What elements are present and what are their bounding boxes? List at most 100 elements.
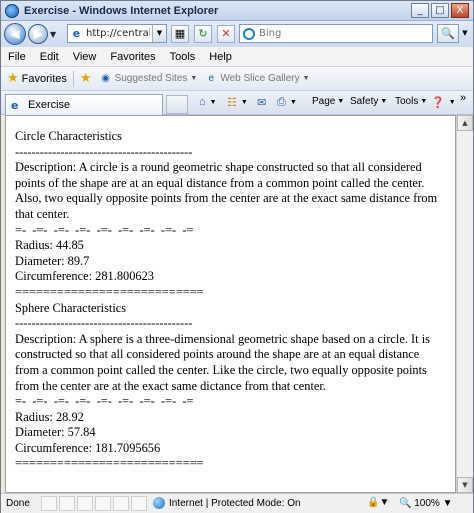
status-panel <box>113 496 129 511</box>
mixed-rule: =- -=- -=- -=- -=- -=- -=- -=- -= <box>15 394 194 409</box>
menu-bar: File Edit View Favorites Tools Help <box>1 47 473 67</box>
mixed-rule: =- -=- -=- -=- -=- -=- -=- -=- -= <box>15 222 194 237</box>
refresh-icon[interactable]: ↻ <box>194 25 212 43</box>
tools-menu-button[interactable]: Tools ▼ <box>395 96 427 107</box>
chevron-down-icon: ▼ <box>380 98 388 105</box>
safety-menu-label: Safety <box>350 96 379 107</box>
favorites-link-suggested-sites[interactable]: ◉ Suggested Sites ▼ <box>100 72 198 85</box>
recent-pages-dropdown[interactable]: ▼ <box>50 30 56 39</box>
circle-diameter: Diameter: 89.7 <box>15 253 90 268</box>
zoom-level-button[interactable]: 🔍 100% ▼ <box>399 498 453 509</box>
printer-icon: ⎙ <box>277 96 286 108</box>
vertical-scrollbar[interactable]: ▲ ▼ <box>456 115 473 493</box>
minimize-button[interactable]: _ <box>411 3 429 18</box>
window-controls: _ □ X <box>411 3 469 18</box>
read-mail-button[interactable]: ✉ <box>257 96 268 109</box>
search-input[interactable] <box>259 28 409 39</box>
scroll-up-button[interactable]: ▲ <box>457 115 473 131</box>
favorites-link-label: Suggested Sites <box>114 73 188 84</box>
sphere-radius: Radius: 28.92 <box>15 409 84 424</box>
restore-button[interactable]: □ <box>431 3 449 18</box>
favorites-link-label: Web Slice Gallery <box>220 73 300 84</box>
status-panel <box>41 496 57 511</box>
chevron-down-icon: ▼ <box>420 98 428 105</box>
tools-menu-label: Tools <box>395 96 419 107</box>
page-content: Circle Characteristics -----------------… <box>5 115 456 493</box>
divider <box>72 70 74 87</box>
home-button[interactable]: ⌂ ▼ <box>199 96 217 108</box>
favorites-star-icon[interactable]: ★ <box>7 71 19 86</box>
suggested-sites-icon: ◉ <box>101 72 110 84</box>
address-dropdown[interactable]: ▼ <box>152 25 166 42</box>
window-title: Exercise - Windows Internet Explorer <box>24 4 219 17</box>
tab-label: Exercise <box>28 99 71 111</box>
back-button[interactable]: ◀ <box>4 23 26 45</box>
sphere-diameter: Diameter: 57.84 <box>15 425 96 440</box>
search-options-dropdown[interactable]: ▼ <box>459 24 471 43</box>
mail-icon: ✉ <box>257 97 267 109</box>
sphere-circumference: Circumference: 181.7095656 <box>15 440 161 455</box>
menu-edit[interactable]: Edit <box>33 51 66 63</box>
bing-icon <box>243 27 255 40</box>
web-slice-icon: e <box>208 72 215 84</box>
menu-file[interactable]: File <box>1 51 33 63</box>
help-button[interactable]: ❓ ▼ <box>431 96 456 109</box>
address-url[interactable]: http://central/ex <box>86 28 150 39</box>
chevron-down-icon: ▼ <box>190 75 198 82</box>
favorites-button[interactable]: Favorites <box>22 73 67 85</box>
circle-description: Description: A circle is a round geometr… <box>15 160 438 221</box>
menu-favorites[interactable]: Favorites <box>103 51 162 63</box>
status-panel <box>131 496 147 511</box>
dash-rule: ----------------------------------------… <box>15 316 193 331</box>
circle-heading: Circle Characteristics <box>15 129 122 143</box>
address-field[interactable]: e http://central/ex ▼ <box>67 24 167 43</box>
close-button[interactable]: X <box>451 3 469 18</box>
chevron-down-icon: ▼ <box>240 99 248 106</box>
menu-view[interactable]: View <box>66 51 104 63</box>
equals-rule: =========================== <box>15 284 204 299</box>
globe-icon <box>153 497 165 509</box>
document-body: Circle Characteristics -----------------… <box>6 116 446 472</box>
sphere-description: Description: A sphere is a three-dimensi… <box>15 331 430 393</box>
menu-help[interactable]: Help <box>202 51 239 63</box>
home-icon: ⌂ <box>199 96 206 108</box>
search-box[interactable] <box>239 24 433 43</box>
zoom-level-label: 100% <box>414 498 440 509</box>
forward-button[interactable]: ▶ <box>28 24 48 44</box>
safety-menu-button[interactable]: Safety ▼ <box>350 96 387 107</box>
feeds-button[interactable]: ☷ ▼ <box>227 96 248 109</box>
protected-mode-options-icon[interactable]: 🔒▼ <box>367 497 389 508</box>
menu-tools[interactable]: Tools <box>163 51 203 63</box>
status-bar: Done Internet | Protected Mode: On 🔒▼ 🔍 … <box>1 493 473 513</box>
favorites-link-web-slice-gallery[interactable]: e Web Slice Gallery ▼ <box>205 72 310 85</box>
add-to-favorites-bar-icon[interactable]: ★ <box>80 71 92 86</box>
chevron-down-icon: ▼ <box>209 98 217 106</box>
rss-feed-icon: ☷ <box>227 97 237 109</box>
page-icon: e <box>72 27 81 40</box>
scroll-down-button[interactable]: ▼ <box>457 477 473 493</box>
address-bar: ◀ ▶ ▼ e http://central/ex ▼ ▦ ↻ ✕ 🔍 ▼ <box>1 21 473 47</box>
compatibility-view-icon[interactable]: ▦ <box>171 25 189 43</box>
circle-circumference: Circumference: 281.800623 <box>15 269 155 284</box>
magnifier-icon[interactable]: 🔍 <box>437 24 459 43</box>
help-icon: ❓ <box>431 97 445 109</box>
security-zone[interactable]: Internet | Protected Mode: On <box>153 497 301 509</box>
page-menu-button[interactable]: Page ▼ <box>312 96 344 107</box>
stop-icon[interactable]: ✕ <box>217 25 235 43</box>
print-button[interactable]: ⎙ ▼ <box>277 96 297 109</box>
chevron-down-icon: ▼ <box>289 99 297 106</box>
status-text: Done <box>6 498 30 509</box>
tab-command-bar: e Exercise ⌂ ▼ ☷ ▼ ✉ ⎙ ▼ Page ▼ Safety ▼ Tool… <box>1 91 473 115</box>
new-tab-button[interactable] <box>166 95 188 114</box>
page-menu-label: Page <box>312 96 336 107</box>
equals-rule: =========================== <box>15 456 204 471</box>
status-panel <box>95 496 111 511</box>
chevron-down-icon: ▼ <box>337 98 345 105</box>
page-icon: e <box>11 98 19 112</box>
chevron-down-icon: ▼ <box>302 75 310 82</box>
tab-exercise[interactable]: e Exercise <box>5 94 163 115</box>
internet-explorer-icon <box>5 3 19 18</box>
status-panel <box>59 496 75 511</box>
more-commands-button[interactable]: » <box>460 92 466 104</box>
sphere-heading: Sphere Characteristics <box>15 300 127 315</box>
